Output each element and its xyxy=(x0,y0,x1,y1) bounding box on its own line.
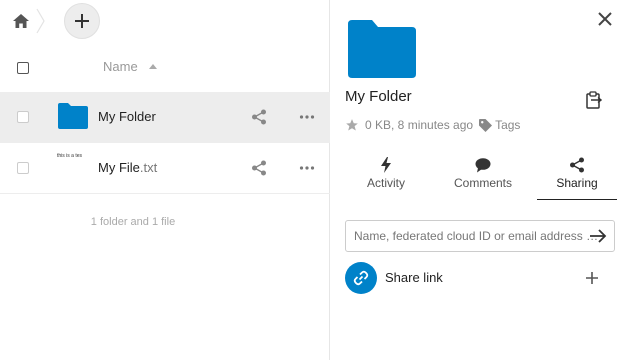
file-name-base: My Folder xyxy=(98,109,156,124)
link-icon xyxy=(345,262,377,294)
comment-icon xyxy=(475,158,491,173)
details-tabs: Activity Comments Sharing xyxy=(331,150,620,200)
share-icon[interactable] xyxy=(251,109,267,125)
tags-button[interactable]: Tags xyxy=(479,118,520,132)
share-icon xyxy=(570,157,584,173)
tab-sharing[interactable]: Sharing xyxy=(537,150,617,200)
share-icon[interactable] xyxy=(251,160,267,176)
bolt-icon xyxy=(381,157,391,173)
tab-label: Sharing xyxy=(556,176,598,190)
text-file-preview: this is a tes xyxy=(57,153,83,159)
arrow-right-icon[interactable] xyxy=(589,228,607,244)
copy-link-icon[interactable] xyxy=(586,91,603,109)
more-actions-icon[interactable] xyxy=(299,109,315,125)
file-row-folder[interactable]: My Folder xyxy=(0,92,330,143)
add-new-button[interactable] xyxy=(64,3,100,39)
file-list-header: Name xyxy=(0,42,330,92)
home-icon[interactable] xyxy=(10,10,32,32)
tag-icon xyxy=(479,118,493,132)
size-and-modified: 0 KB, 8 minutes ago xyxy=(365,118,474,132)
details-meta: 0 KB, 8 minutes ago Tags xyxy=(345,118,520,132)
tab-label: Comments xyxy=(453,176,512,190)
star-icon[interactable] xyxy=(345,118,359,132)
file-count-summary: 1 folder and 1 file xyxy=(90,216,176,228)
tab-comments[interactable]: Comments xyxy=(443,150,523,200)
file-name[interactable]: My Folder xyxy=(98,109,156,124)
share-with-input[interactable]: Name, federated cloud ID or email addres… xyxy=(345,220,615,252)
file-name-base: My File xyxy=(98,160,140,175)
folder-icon xyxy=(58,103,88,131)
tags-label: Tags xyxy=(495,118,521,132)
name-column-header[interactable]: Name xyxy=(103,59,138,74)
row-checkbox[interactable] xyxy=(17,162,29,174)
file-name[interactable]: My File.txt xyxy=(98,160,157,175)
row-checkbox[interactable] xyxy=(17,111,29,123)
details-sidebar: My Folder 0 KB, 8 minutes ago Tags Activ… xyxy=(331,0,620,360)
file-extension: .txt xyxy=(139,160,158,175)
tab-label: Activity xyxy=(366,176,405,190)
tab-activity[interactable]: Activity xyxy=(346,150,426,200)
close-icon[interactable] xyxy=(596,10,614,28)
folder-preview-icon xyxy=(348,20,416,78)
share-link-row: Share link xyxy=(345,262,615,294)
more-actions-icon[interactable] xyxy=(299,160,315,176)
add-share-link-icon[interactable] xyxy=(584,270,600,286)
file-list-panel: Name My Folder this is a tes My File.txt… xyxy=(0,0,330,360)
details-title: My Folder xyxy=(345,88,412,105)
select-all-checkbox[interactable] xyxy=(17,62,29,74)
breadcrumb-separator xyxy=(36,8,46,34)
sort-ascending-icon xyxy=(149,64,157,69)
file-row-file[interactable]: this is a tes My File.txt xyxy=(0,143,330,194)
share-link-label: Share link xyxy=(385,270,443,285)
plus-icon xyxy=(75,14,89,28)
breadcrumb xyxy=(0,0,330,42)
